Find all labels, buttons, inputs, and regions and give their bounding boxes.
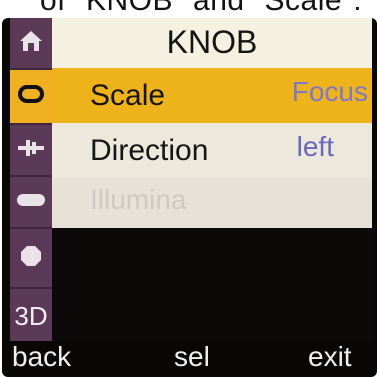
softkey-bar: back sel exit (2, 341, 377, 377)
sidebar-item-octagon[interactable] (10, 229, 52, 289)
back-softkey[interactable]: back (12, 341, 71, 373)
slider-icon (16, 137, 46, 164)
menu-row-direction[interactable]: Direction left (52, 123, 372, 178)
select-softkey[interactable]: sel (174, 341, 210, 373)
home-icon (18, 28, 44, 59)
menu-row-illumination: Illumina (52, 178, 372, 228)
sidebar-item-3d[interactable]: 3D (10, 289, 52, 343)
bar-icon (15, 190, 47, 215)
menu-screen: 3D KNOB Scale Focus Direction left Illum… (10, 18, 372, 343)
sidebar-item-knob[interactable] (10, 70, 52, 125)
empty-area (52, 228, 372, 343)
row-label: Direction (90, 134, 209, 167)
row-label: Scale (90, 79, 166, 112)
sidebar-item-slider[interactable] (10, 125, 52, 177)
sidebar: 3D (10, 18, 52, 343)
row-value: Focus (291, 76, 368, 107)
sidebar-3d-label: 3D (14, 300, 48, 331)
screenshot-caption: of "KNOB" and "Scale": (40, 0, 363, 17)
menu-panel: KNOB Scale Focus Direction left Illumina (52, 18, 372, 343)
menu-row-scale[interactable]: Scale Focus (52, 68, 372, 123)
sidebar-item-home[interactable] (10, 18, 52, 70)
exit-softkey[interactable]: exit (308, 341, 352, 373)
row-value: left (296, 131, 334, 162)
octagon-icon (19, 244, 43, 273)
row-label: Illumina (90, 184, 187, 215)
knob-icon (17, 84, 45, 109)
title-bar: KNOB (52, 18, 372, 68)
sidebar-item-bar[interactable] (10, 177, 52, 229)
menu-title: KNOB (166, 24, 258, 60)
